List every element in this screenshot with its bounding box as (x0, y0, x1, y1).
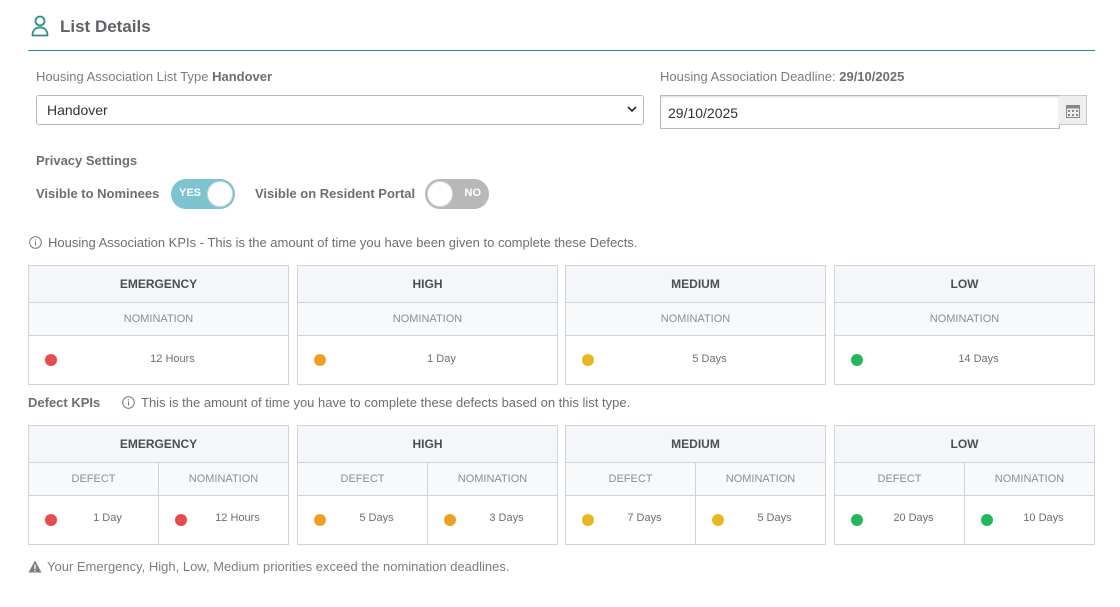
visible-on-portal-label: Visible on Resident Portal (255, 186, 416, 201)
defect-kpis-info: This is the amount of time you have to c… (122, 395, 630, 410)
defect-kpi-card-low: LOW DEFECT NOMINATION 20 Days 10 Days (834, 425, 1095, 545)
calendar-button[interactable] (1059, 95, 1087, 125)
list-details-header: List Details (28, 12, 1095, 51)
status-dot (175, 514, 187, 526)
status-dot (582, 514, 594, 526)
kpi-priority-header: LOW (835, 266, 1094, 303)
kpi-priority-header: EMERGENCY (29, 426, 288, 463)
list-type-select[interactable]: Handover (36, 95, 644, 125)
kpi-sub-header: NOMINATION (392, 313, 463, 325)
user-icon (31, 15, 49, 37)
status-dot (851, 514, 863, 526)
defect-kpi-card-medium: MEDIUM DEFECT NOMINATION 7 Days 5 Days (565, 425, 826, 545)
deadline-label: Housing Association Deadline: 29/10/2025 (660, 69, 905, 84)
ha-kpi-card-medium: MEDIUM NOMINATION 5 Days (565, 265, 826, 385)
status-dot (314, 514, 326, 526)
status-dot (314, 354, 326, 366)
status-dot (45, 354, 57, 366)
defect-kpi-card-high: HIGH DEFECT NOMINATION 5 Days 3 Days (297, 425, 558, 545)
nomination-value: 5 Days (757, 512, 792, 524)
nomination-sub-header: NOMINATION (695, 463, 825, 495)
status-dot (444, 514, 456, 526)
status-dot (582, 354, 594, 366)
list-type-selected: Handover (47, 102, 108, 118)
kpi-value: 12 Hours (150, 353, 195, 365)
kpi-priority-header: MEDIUM (566, 266, 825, 303)
info-icon (122, 396, 135, 409)
ha-kpi-card-low: LOW NOMINATION 14 Days (834, 265, 1095, 385)
calendar-icon (1066, 105, 1080, 118)
kpi-sub-header: NOMINATION (929, 313, 1000, 325)
list-type-label: Housing Association List Type Handover (36, 69, 273, 84)
visible-to-nominees-toggle[interactable]: YES (171, 179, 235, 209)
kpi-priority-header: HIGH (298, 266, 557, 303)
defect-kpi-card-emergency: EMERGENCY DEFECT NOMINATION 1 Day 12 Hou… (28, 425, 289, 545)
defect-sub-header: DEFECT (340, 473, 385, 485)
nomination-value: 10 Days (1023, 512, 1064, 524)
privacy-settings-title: Privacy Settings (36, 153, 138, 168)
defect-sub-header: DEFECT (608, 473, 653, 485)
kpi-sub-header: NOMINATION (123, 313, 194, 325)
visible-on-portal-toggle[interactable]: NO (425, 179, 489, 209)
list-type-value: Handover (212, 69, 273, 84)
nomination-sub-header: NOMINATION (427, 463, 557, 495)
kpi-value: 14 Days (958, 353, 999, 365)
status-dot (45, 514, 57, 526)
defect-value: 5 Days (359, 512, 394, 524)
page-title: List Details (60, 17, 151, 36)
kpi-value: 1 Day (427, 353, 456, 365)
defect-kpis-heading: Defect KPIs (28, 395, 101, 410)
deadline-value: 29/10/2025 (839, 69, 905, 84)
status-dot (981, 514, 993, 526)
kpi-priority-header: HIGH (298, 426, 557, 463)
nomination-sub-header: NOMINATION (158, 463, 288, 495)
warning-icon (28, 560, 42, 573)
deadline-input-value: 29/10/2025 (668, 105, 739, 121)
status-dot (851, 354, 863, 366)
defect-value: 20 Days (893, 512, 934, 524)
defect-sub-header: DEFECT (71, 473, 116, 485)
nomination-value: 3 Days (489, 512, 524, 524)
kpi-priority-header: EMERGENCY (29, 266, 288, 303)
nomination-value: 12 Hours (215, 512, 260, 524)
chevron-down-icon (627, 106, 637, 113)
nomination-sub-header: NOMINATION (964, 463, 1094, 495)
status-dot (712, 514, 724, 526)
kpi-priority-header: LOW (835, 426, 1094, 463)
ha-kpis-info: Housing Association KPIs - This is the a… (29, 235, 637, 250)
kpi-priority-header: MEDIUM (566, 426, 825, 463)
deadline-date-input[interactable]: 29/10/2025 (660, 95, 1060, 129)
visible-to-nominees-label: Visible to Nominees (36, 186, 160, 201)
toggle-knob (427, 181, 453, 207)
deadline-warning: Your Emergency, High, Low, Medium priori… (28, 559, 509, 574)
defect-value: 7 Days (627, 512, 662, 524)
ha-kpi-card-high: HIGH NOMINATION 1 Day (297, 265, 558, 385)
kpi-value: 5 Days (692, 353, 727, 365)
portal-toggle-text: NO (464, 187, 482, 199)
defect-sub-header: DEFECT (877, 473, 922, 485)
kpi-sub-header: NOMINATION (660, 313, 731, 325)
ha-kpi-card-emergency: EMERGENCY NOMINATION 12 Hours (28, 265, 289, 385)
info-icon (29, 236, 42, 249)
defect-value: 1 Day (93, 512, 122, 524)
nominees-toggle-text: YES (179, 187, 202, 199)
toggle-knob (207, 181, 233, 207)
